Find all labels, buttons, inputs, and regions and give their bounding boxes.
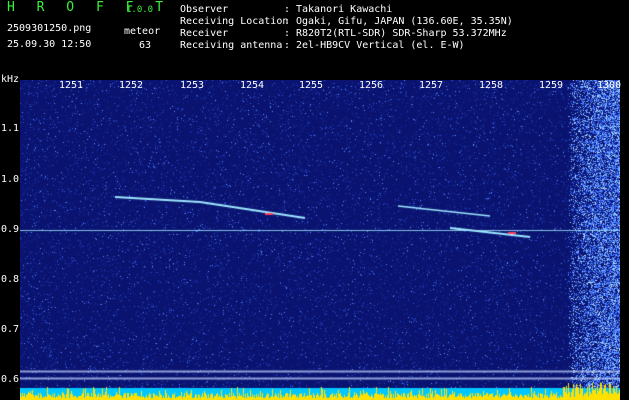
datetime: 25.09.30 12:50 — [7, 39, 92, 50]
y-tick-label: 1.1 — [1, 123, 20, 134]
location-separator: : — [284, 16, 291, 27]
receiver-label: Receiver — [180, 28, 229, 39]
x-tick-label: 1259 — [539, 80, 564, 91]
x-tick-label: 1251 — [59, 80, 84, 91]
x-tick-label: 1256 — [359, 80, 384, 91]
x-tick-label: 1255 — [299, 80, 324, 91]
event-count: 63 — [139, 40, 152, 51]
y-axis-unit: kHz — [1, 74, 20, 85]
antenna-label: Receiving antenna — [180, 40, 283, 51]
receiver-separator: : — [284, 28, 291, 39]
y-tick-label: 0.8 — [1, 274, 20, 285]
receiver-value: R820T2(RTL-SDR) SDR-Sharp 53.372MHz — [296, 28, 507, 39]
antenna-separator: : — [284, 40, 291, 51]
x-tick-label: 1258 — [479, 80, 504, 91]
y-tick-label: 0.7 — [1, 324, 20, 335]
observer-separator: : — [284, 4, 291, 15]
observer-label: Observer — [180, 4, 229, 15]
x-tick-label: 1252 — [119, 80, 144, 91]
app-version: 1.0.0 — [126, 5, 154, 15]
x-tick-label: 1253 — [180, 80, 205, 91]
antenna-value: 2el-HB9CV Vertical (el. E-W) — [296, 40, 465, 51]
y-tick-label: 0.9 — [1, 224, 20, 235]
y-tick-label: 1.0 — [1, 174, 20, 185]
spectrogram-plot — [20, 80, 620, 400]
x-tick-label: 1257 — [419, 80, 444, 91]
observer-value: Takanori Kawachi — [296, 4, 393, 15]
category-label: meteor — [124, 26, 161, 37]
location-label: Receiving Location — [180, 16, 289, 27]
y-tick-label: 0.6 — [1, 374, 20, 385]
x-tick-label: 1300 — [597, 80, 622, 91]
location-value: Ogaki, Gifu, JAPAN (136.60E, 35.35N) — [296, 16, 513, 27]
x-tick-label: 1254 — [240, 80, 265, 91]
header-panel: H R O F F T 1.0.0 2509301250.png 25.09.3… — [0, 0, 629, 73]
filename: 2509301250.png — [7, 23, 92, 34]
